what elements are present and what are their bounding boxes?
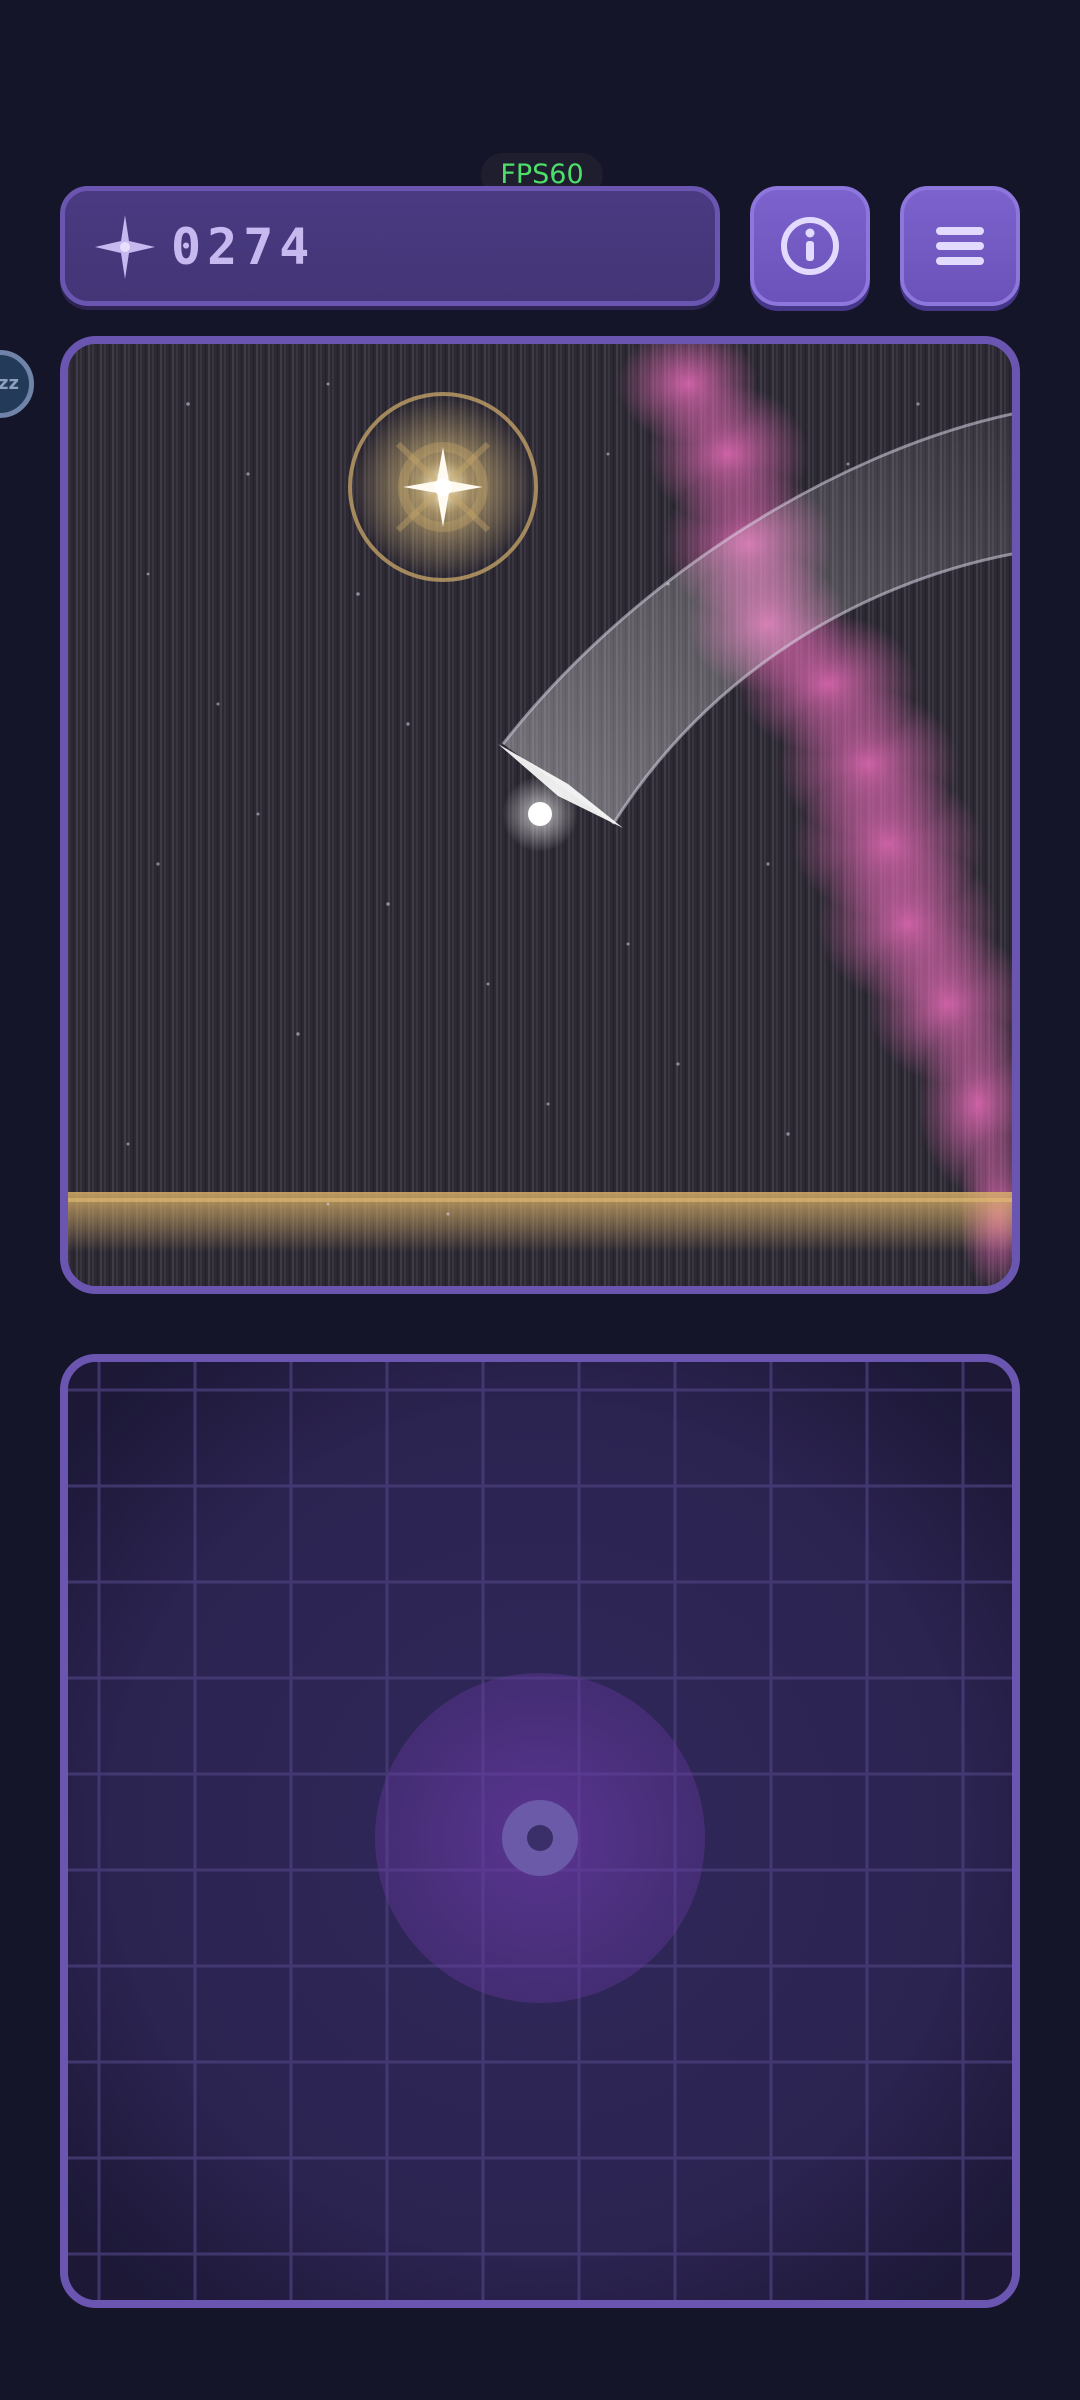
sparkle-icon: [95, 215, 155, 279]
target-star[interactable]: [348, 392, 538, 582]
hamburger-menu-icon: [936, 227, 984, 265]
score-value: 0274: [171, 218, 316, 276]
score-panel: 0274: [60, 186, 720, 306]
player-ball[interactable]: [502, 776, 578, 852]
info-icon: [781, 217, 839, 275]
game-scene: [68, 344, 1012, 1286]
pad-grid: [68, 1362, 1012, 2300]
sleep-badge[interactable]: zz: [0, 350, 34, 418]
control-pad[interactable]: [60, 1354, 1020, 2308]
joystick[interactable]: [375, 1673, 705, 2003]
game-viewport[interactable]: [60, 336, 1020, 1294]
info-button[interactable]: [750, 186, 870, 306]
menu-button[interactable]: [900, 186, 1020, 306]
